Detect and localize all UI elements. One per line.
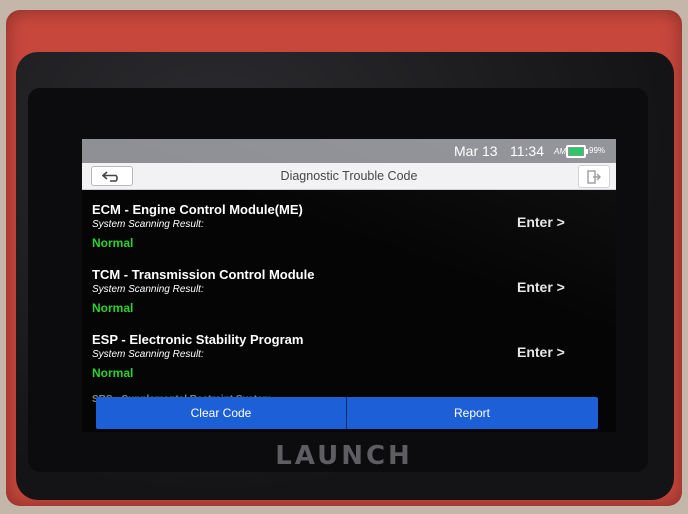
exit-button[interactable] — [578, 165, 610, 188]
module-name: TCM - Transmission Control Module — [92, 267, 315, 282]
enter-button-esp[interactable]: Enter > — [517, 344, 565, 360]
module-caption: System Scanning Result: — [92, 349, 204, 360]
status-time: 11:34 — [510, 143, 544, 159]
module-tcm: TCM - Transmission Control Module System… — [92, 267, 612, 327]
title-bar: Diagnostic Trouble Code — [82, 163, 616, 190]
clear-code-button[interactable]: Clear Code — [96, 397, 347, 429]
module-status: Normal — [92, 366, 134, 380]
module-status: Normal — [92, 236, 134, 250]
brand-logo: LAUNCH — [275, 441, 413, 471]
enter-button-ecm[interactable]: Enter > — [517, 214, 565, 230]
page-title: Diagnostic Trouble Code — [280, 169, 418, 183]
battery-percent: 99% — [589, 146, 606, 155]
exit-icon — [587, 169, 601, 184]
app-display: Mar 13 11:34 AM 99% Diagnostic Trouble C… — [82, 139, 616, 432]
module-name: ECM - Engine Control Module(ME) — [92, 202, 303, 217]
module-esp: ESP - Electronic Stability Program Syste… — [92, 332, 612, 392]
module-ecm: ECM - Engine Control Module(ME) System S… — [92, 202, 612, 262]
status-date: Mar 13 — [454, 143, 498, 159]
report-button[interactable]: Report — [347, 397, 597, 429]
battery-icon — [566, 145, 588, 158]
module-caption: System Scanning Result: — [92, 284, 204, 295]
battery-level — [569, 148, 583, 155]
module-name: ESP - Electronic Stability Program — [92, 332, 304, 347]
enter-button-tcm[interactable]: Enter > — [517, 279, 565, 295]
module-caption: System Scanning Result: — [92, 219, 204, 230]
bottom-action-bar: Clear Code Report — [96, 397, 598, 429]
battery-tip — [586, 149, 588, 154]
status-bar: Mar 13 11:34 AM 99% — [82, 139, 616, 163]
status-ampm: AM — [554, 147, 566, 156]
module-status: Normal — [92, 301, 134, 315]
